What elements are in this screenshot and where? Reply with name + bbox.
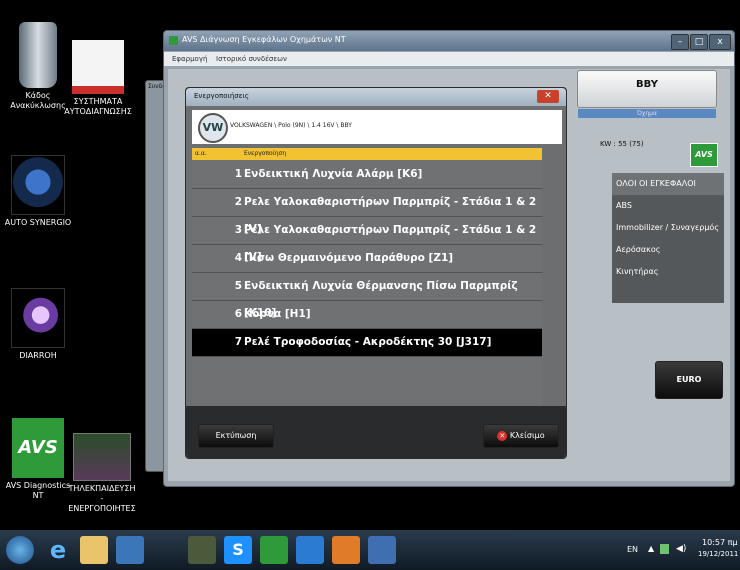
avs-taskbar-icon[interactable] [260, 536, 288, 564]
clock-time[interactable]: 10:57 πμ [702, 538, 738, 547]
desktop-icon-label: DIARROH [19, 351, 57, 360]
vehicle-header: VW VOLKSWAGEN \ Polo (9N) \ 1.4 16V \ BB… [192, 110, 562, 144]
lightbulb-icon [11, 288, 65, 348]
desktop-icon-label: ΣΥΣΤΗΜΑΤΑ ΑΥΤΟΔΙΑΓΝΩΣΗΣ [64, 97, 132, 116]
desktop-icon-label: AVS Diagnostics NT [5, 481, 71, 500]
file-explorer-icon[interactable] [80, 536, 108, 564]
activations-table: α.α. Ενεργοποίηση 1 Ενδεικτική Λυχνία Αλ… [192, 148, 542, 450]
row-label: Κόρνα [H1] [244, 308, 311, 320]
avs-badge-icon: AVS [690, 143, 718, 167]
row-number: 4 [234, 252, 242, 264]
menu-item-application[interactable]: Εφαρμογή [172, 55, 207, 63]
desktop-icon-diagnostic-systems[interactable]: ΣΥΣΤΗΜΑΤΑ ΑΥΤΟΔΙΑΓΝΩΣΗΣ [63, 40, 133, 117]
row-number: 7 [234, 336, 242, 348]
table-row[interactable]: 4 Πίσω Θερμαινόμενο Παράθυρο [Z1] [192, 245, 542, 273]
tray-up-arrow-icon[interactable]: ▲ [648, 544, 654, 553]
taskbar: e S EN ▲ ◀) 10:57 πμ 19/12/2011 [0, 530, 740, 570]
screenshot-icon [73, 433, 131, 481]
row-number: 6 [234, 308, 242, 320]
row-label: Πίσω Θερμαινόμενο Παράθυρο [Z1] [244, 252, 454, 264]
internet-explorer-icon[interactable]: e [44, 536, 72, 564]
desktop-icon-label: AUTO SYNERGIO [4, 218, 72, 227]
desktop-icon-tele-training[interactable]: ΤΗΛΕΚΠΑΙΔΕΥΣΗ - ΕΝΕΡΓΟΠΟΙΗΤΕΣ [67, 433, 137, 514]
menu-item-connection-history[interactable]: Ιστορικό συνδέσεων [216, 55, 287, 63]
kw-label: KW : 55 (75) [600, 140, 644, 148]
car-engine-icon [11, 155, 65, 215]
dialog-title: Ενεργοποιήσεις [194, 92, 249, 100]
dialog-titlebar: Ενεργοποιήσεις ✕ [186, 88, 566, 106]
ecu-item-abs[interactable]: ABS [612, 195, 724, 217]
table-row[interactable]: 2 Ρελε Υαλοκαθαριστήρων Παρμπρίζ - Στάδι… [192, 189, 542, 235]
table-row-selected[interactable]: 7 Ρελέ Τροφοδοσίας - Ακροδέκτης 30 [J317… [192, 329, 542, 357]
column-header-activation: Ενεργοποίηση [244, 150, 287, 157]
main-titlebar: AVS Διάγνωση Εγκεφάλων Οχημάτων NT – □ x [164, 31, 734, 51]
close-window-button[interactable]: x [709, 34, 731, 50]
app-window-icon[interactable] [188, 536, 216, 564]
vehicle-code: BBY [636, 79, 658, 90]
activations-dialog: Ενεργοποιήσεις ✕ VW VOLKSWAGEN \ Polo (9… [185, 87, 567, 459]
row-number: 2 [234, 196, 242, 208]
clock-date[interactable]: 19/12/2011 [698, 550, 738, 558]
main-window-title: AVS Διάγνωση Εγκεφάλων Οχημάτων NT [182, 35, 346, 44]
menu-bar: Εφαρμογή Ιστορικό συνδέσεων [164, 52, 734, 66]
table-row[interactable]: 6 Κόρνα [H1] [192, 301, 542, 329]
desktop-icon-label: ΤΗΛΕΚΠΑΙΔΕΥΣΗ - ΕΝΕΡΓΟΠΟΙΗΤΕΣ [68, 484, 136, 513]
language-indicator[interactable]: EN [627, 545, 638, 554]
recycle-bin-icon [19, 22, 57, 88]
desktop-icon-avs-diagnostics[interactable]: AVS AVS Diagnostics NT [3, 418, 73, 501]
remote-desktop-icon[interactable] [296, 536, 324, 564]
vehicle-path: VOLKSWAGEN \ Polo (9N) \ 1.4 16V \ BBY [230, 122, 352, 129]
close-button-label: Κλείσιμο [509, 431, 545, 440]
vehicle-sub-label: Όχημα [578, 109, 716, 118]
table-header: α.α. Ενεργοποίηση [192, 148, 542, 160]
ecu-item-all[interactable]: ΟΛΟΙ ΟΙ ΕΓΚΕΦΑΛΟΙ [612, 173, 724, 195]
table-row[interactable]: 5 Ενδεικτική Λυχνία Θέρμανσης Πίσω Παρμπ… [192, 273, 542, 319]
row-number: 3 [234, 224, 242, 236]
messenger-icon[interactable] [152, 536, 180, 564]
ecu-item-engine[interactable]: Κινητήρας [612, 261, 724, 283]
table-row[interactable]: 3 Ρελε Υαλοκαθαριστήρων Παρμπρίζ - Στάδι… [192, 217, 542, 263]
maximize-button[interactable]: □ [690, 34, 708, 50]
ecu-list: ΟΛΟΙ ΟΙ ΕΓΚΕΦΑΛΟΙ ABS Immobilizer / Συνα… [612, 173, 724, 303]
vw-logo-icon: VW [198, 113, 228, 143]
row-label: Ενδεικτική Λυχνία Αλάρμ [K6] [244, 168, 423, 180]
column-header-number: α.α. [195, 150, 207, 157]
vehicle-code-panel: BBY Όχημα [577, 70, 717, 118]
close-x-icon: ✕ [497, 430, 508, 441]
ecu-item-immobilizer[interactable]: Immobilizer / Συναγερμός [612, 217, 724, 239]
skype-icon[interactable]: S [224, 536, 252, 564]
office-icon[interactable] [332, 536, 360, 564]
table-row[interactable]: 1 Ενδεικτική Λυχνία Αλάρμ [K6] [192, 161, 542, 189]
media-player-icon[interactable] [116, 536, 144, 564]
euro-button[interactable]: EURO [655, 361, 723, 399]
start-button[interactable] [6, 536, 34, 564]
tray-network-icon[interactable] [660, 544, 669, 554]
app-icon [169, 36, 178, 45]
avs-logo-icon: AVS [12, 418, 64, 478]
print-button[interactable]: Εκτύπωση [198, 424, 274, 448]
row-number: 5 [234, 280, 242, 292]
row-label: Ρελέ Τροφοδοσίας - Ακροδέκτης 30 [J317] [244, 336, 492, 348]
ecu-item-airbag[interactable]: Αερόσακος [612, 239, 724, 261]
paint-icon[interactable] [368, 536, 396, 564]
row-number: 1 [234, 168, 242, 180]
desktop-icon-auto-synergio[interactable]: AUTO SYNERGIO [3, 155, 73, 228]
desktop-icon-diarroh[interactable]: DIARROH [3, 288, 73, 361]
minimize-button[interactable]: – [671, 34, 689, 50]
close-dialog-button[interactable]: ✕ Κλείσιμο [483, 424, 559, 448]
dialog-close-icon[interactable]: ✕ [537, 90, 559, 103]
document-icon [72, 40, 124, 94]
tray-volume-icon[interactable]: ◀) [676, 544, 686, 554]
